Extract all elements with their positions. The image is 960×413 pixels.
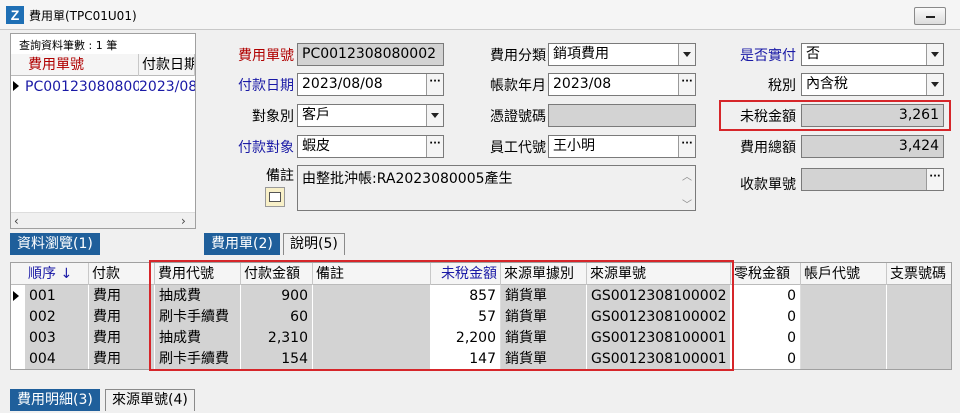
label-receipt-no: 收款單號 — [740, 177, 796, 193]
detail-cell-zero-tax[interactable]: 0 — [731, 348, 801, 369]
party-type-select[interactable]: 客戶 — [297, 104, 444, 127]
label-party-type: 對象別 — [252, 109, 294, 125]
chevron-down-icon[interactable] — [678, 44, 695, 65]
label-doc-no: 費用單號 — [238, 48, 294, 64]
detail-cell-zero-tax[interactable]: 0 — [731, 285, 801, 307]
browse-col-doc-no[interactable]: 費用單號 — [25, 54, 139, 76]
detail-cell-zero-tax[interactable]: 0 — [731, 306, 801, 328]
detail-cell-zero-tax[interactable]: 0 — [731, 327, 801, 349]
title-bar: Z 費用單(TPC01U01) — [0, 0, 960, 30]
window-title: 費用單(TPC01U01) — [29, 9, 137, 23]
label-payee: 付款對象 — [238, 140, 294, 156]
memo-edit-icon[interactable] — [265, 187, 285, 207]
detail-cell-seq[interactable]: 003 — [25, 327, 89, 349]
minimize-icon — [926, 16, 935, 18]
chevron-down-icon[interactable] — [926, 74, 943, 95]
scroll-right-icon[interactable]: › — [181, 213, 186, 229]
tab-description[interactable]: 說明(5) — [283, 233, 345, 255]
pay-date-field[interactable]: 2023/08/08 ··· — [297, 73, 444, 96]
label-acct-month: 帳款年月 — [490, 78, 546, 94]
label-actual-pay: 是否實付 — [740, 48, 796, 64]
minimize-button[interactable] — [914, 7, 946, 25]
label-voucher-no: 憑證號碼 — [490, 109, 546, 125]
detail-cell-pay[interactable]: 費用 — [89, 285, 155, 307]
browse-hscrollbar[interactable]: ‹ › — [11, 212, 195, 228]
scroll-left-icon[interactable]: ‹ — [14, 213, 19, 229]
label-total: 費用總額 — [740, 140, 796, 156]
detail-cell-seq[interactable]: 002 — [25, 306, 89, 328]
highlight-box-untaxed — [719, 100, 951, 131]
tab-source-docs[interactable]: 來源單號(4) — [105, 389, 195, 411]
acct-month-value: 2023/08 — [553, 76, 612, 92]
chevron-down-icon[interactable] — [426, 105, 443, 126]
ellipsis-icon[interactable]: ··· — [678, 136, 695, 157]
pay-date-value: 2023/08/08 — [302, 76, 383, 92]
detail-cell-seq[interactable]: 001 — [25, 285, 89, 307]
party-type-value: 客戶 — [302, 107, 330, 123]
chevron-down-icon[interactable] — [926, 44, 943, 65]
detail-cell-pay[interactable]: 費用 — [89, 327, 155, 349]
detail-col-cheque[interactable]: 支票號碼 — [887, 263, 951, 285]
detail-cell-account[interactable] — [801, 327, 887, 349]
employee-field[interactable]: 王小明 ··· — [548, 135, 696, 158]
label-employee: 員工代號 — [490, 140, 546, 156]
label-memo: 備註 — [266, 168, 294, 184]
detail-cell-pay[interactable]: 費用 — [89, 348, 155, 369]
browse-cell-doc-no: PC0012308080002 — [25, 79, 139, 95]
table-row[interactable]: PC0012308080002 2023/08/08 — [11, 76, 195, 98]
app-logo-icon: Z — [6, 6, 24, 24]
tax-type-select[interactable]: 內含稅 — [801, 73, 944, 96]
detail-cell-seq[interactable]: 004 — [25, 348, 89, 369]
tax-type-value: 內含稅 — [806, 76, 848, 92]
scroll-up-icon[interactable]: ︿ — [682, 168, 692, 183]
detail-cell-pay[interactable]: 費用 — [89, 306, 155, 328]
detail-cell-account[interactable] — [801, 285, 887, 307]
receipt-no-field[interactable]: ··· — [801, 168, 944, 191]
actual-pay-select[interactable]: 否 — [801, 43, 944, 66]
detail-cell-cheque[interactable] — [887, 327, 951, 349]
browse-col-date[interactable]: 付款日期 — [139, 54, 195, 76]
acct-month-field[interactable]: 2023/08 ··· — [548, 73, 696, 96]
label-pay-date: 付款日期 — [238, 78, 294, 94]
payee-value: 蝦皮 — [302, 138, 330, 154]
detail-cell-account[interactable] — [801, 348, 887, 369]
detail-col-account[interactable]: 帳戶代號 — [801, 263, 887, 285]
ellipsis-icon[interactable]: ··· — [678, 74, 695, 95]
detail-col-zero-tax[interactable]: 零稅金額 — [731, 263, 801, 285]
tab-expense-detail[interactable]: 費用明細(3) — [10, 389, 100, 411]
scroll-down-icon[interactable]: ﹀ — [682, 196, 692, 211]
category-value: 銷項費用 — [553, 46, 609, 62]
category-select[interactable]: 銷項費用 — [548, 43, 696, 66]
browse-cell-date: 2023/08/08 — [139, 79, 195, 95]
row-pointer-icon — [13, 291, 19, 301]
detail-cell-cheque[interactable] — [887, 285, 951, 307]
browse-panel: 查詢資料筆數 : 1 筆 費用單號 付款日期 PC0012308080002 2… — [10, 33, 196, 229]
tab-data-browse[interactable]: 資料瀏覽(1) — [10, 233, 100, 255]
employee-value: 王小明 — [553, 138, 595, 154]
detail-cell-cheque[interactable] — [887, 306, 951, 328]
ellipsis-icon[interactable]: ··· — [426, 74, 443, 95]
actual-pay-value: 否 — [806, 46, 820, 62]
doc-no-field[interactable]: PC0012308080002 — [297, 43, 444, 66]
detail-cell-cheque[interactable] — [887, 348, 951, 369]
ellipsis-icon[interactable]: ··· — [426, 136, 443, 157]
row-pointer-icon — [13, 81, 19, 91]
memo-text: 由整批沖帳:RA2023080005產生 — [302, 171, 513, 187]
detail-col-seq[interactable]: 順序 ↓ — [25, 263, 89, 285]
total-amount-field[interactable]: 3,424 — [801, 135, 944, 158]
payee-field[interactable]: 蝦皮 ··· — [297, 135, 444, 158]
record-count: 查詢資料筆數 : 1 筆 — [19, 39, 118, 52]
ellipsis-icon[interactable]: ··· — [926, 169, 943, 190]
highlight-box-detail — [149, 260, 734, 371]
label-category: 費用分類 — [490, 48, 546, 64]
detail-cell-account[interactable] — [801, 306, 887, 328]
label-tax-type: 稅別 — [768, 78, 796, 94]
tab-expense-doc[interactable]: 費用單(2) — [204, 233, 280, 255]
memo-textarea[interactable]: 由整批沖帳:RA2023080005產生 ︿ ﹀ — [297, 165, 696, 211]
voucher-no-field[interactable] — [548, 104, 696, 127]
detail-col-pay[interactable]: 付款 — [89, 263, 155, 285]
browse-grid-header: 費用單號 付款日期 — [11, 54, 195, 76]
